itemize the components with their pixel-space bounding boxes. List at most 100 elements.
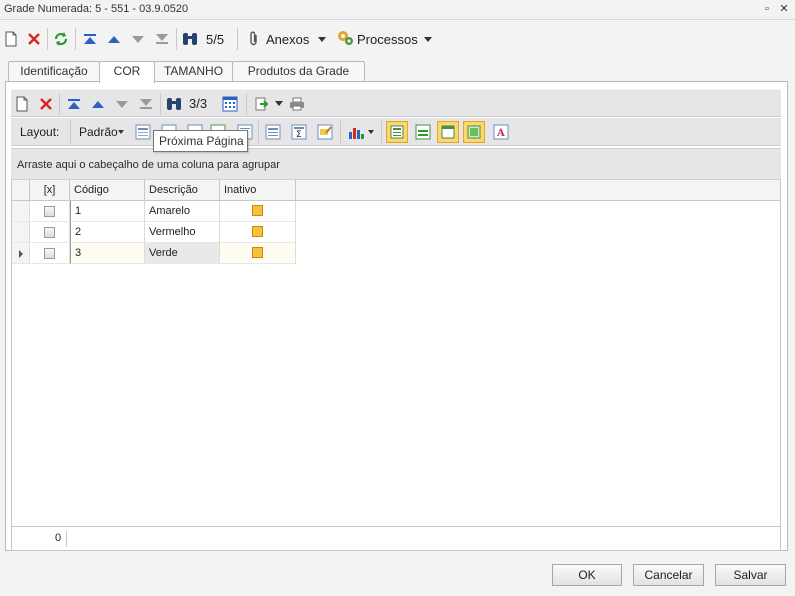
column-header-filler — [296, 180, 780, 201]
cancel-button[interactable]: Cancelar — [633, 564, 704, 586]
tooltip: Próxima Página — [153, 130, 248, 152]
toolbar-separator — [340, 121, 341, 143]
row-indicator[interactable] — [12, 243, 30, 264]
previous-record-icon[interactable] — [89, 95, 107, 113]
table-row-select-cell — [30, 222, 70, 243]
grid-footer: 0 — [11, 526, 781, 551]
group-by-panel[interactable]: Arraste aqui o cabeçalho de uma coluna p… — [11, 148, 781, 180]
highlight-icon[interactable] — [317, 124, 333, 140]
attachments-dropdown-icon[interactable] — [318, 37, 326, 42]
last-record-icon[interactable] — [137, 95, 155, 113]
attachments-button[interactable]: Anexos — [266, 32, 309, 47]
chart-dropdown-icon[interactable] — [368, 130, 374, 134]
data-grid[interactable]: [x] Código Descrição Inativo 1 Amarelo 2… — [11, 180, 781, 526]
toolbar-separator — [246, 93, 247, 115]
toolbar-separator — [70, 121, 71, 143]
processes-dropdown-icon[interactable] — [424, 37, 432, 42]
chart-icon[interactable] — [348, 124, 364, 140]
table-cell-codigo[interactable]: 3 — [70, 243, 145, 264]
footer-toggle[interactable] — [463, 121, 485, 143]
footer-divider — [66, 531, 67, 547]
refresh-icon[interactable] — [52, 30, 70, 48]
row-checkbox[interactable] — [44, 206, 55, 217]
next-record-icon[interactable] — [113, 95, 131, 113]
toolbar-separator — [381, 121, 382, 143]
row-checkbox[interactable] — [44, 248, 55, 259]
table-cell-inativo — [220, 201, 296, 222]
svg-text:Σ: Σ — [296, 130, 302, 140]
main-toolbar: 5/5 Anexos Processos — [0, 24, 795, 54]
inner-toolbar: 3/3 — [11, 89, 781, 117]
paperclip-icon[interactable] — [245, 30, 263, 48]
column-header-codigo[interactable]: Código — [70, 180, 145, 201]
next-record-icon[interactable] — [129, 30, 147, 48]
first-page-icon[interactable] — [135, 124, 151, 140]
row-indicator-header — [12, 180, 30, 201]
delete-icon[interactable] — [37, 95, 55, 113]
restore-window-icon[interactable]: ▫ — [760, 3, 774, 16]
table-cell-descricao[interactable]: Vermelho — [145, 222, 220, 243]
ok-button[interactable]: OK — [552, 564, 622, 586]
grid-view-icon[interactable] — [221, 95, 239, 113]
last-record-icon[interactable] — [153, 30, 171, 48]
grid-lines-toggle[interactable] — [386, 121, 408, 143]
group-panel-icon[interactable] — [415, 124, 431, 140]
first-record-icon[interactable] — [81, 30, 99, 48]
layout-label: Layout: — [20, 125, 60, 139]
header-toggle[interactable] — [437, 121, 459, 143]
column-header-descricao[interactable]: Descrição — [145, 180, 220, 201]
sum-icon[interactable]: Σ — [291, 124, 307, 140]
delete-icon[interactable] — [25, 30, 43, 48]
tab-produtos-da-grade[interactable]: Produtos da Grade — [232, 61, 365, 82]
toolbar-separator — [75, 28, 76, 50]
table-cell-inativo — [220, 222, 296, 243]
column-header-select[interactable]: [x] — [30, 180, 70, 201]
table-cell-descricao[interactable]: Verde — [145, 243, 220, 264]
column-header-inativo[interactable]: Inativo — [220, 180, 296, 201]
table-cell-descricao[interactable]: Amarelo — [145, 201, 220, 222]
table-cell-codigo[interactable]: 1 — [70, 201, 145, 222]
search-binoculars-icon[interactable] — [165, 95, 183, 113]
toolbar-separator — [237, 28, 238, 50]
search-binoculars-icon[interactable] — [181, 30, 199, 48]
layout-select[interactable]: Padrão — [79, 125, 118, 139]
row-indicator[interactable] — [12, 222, 30, 243]
record-counter: 5/5 — [206, 32, 225, 47]
tab-tamanho[interactable]: TAMANHO — [154, 61, 233, 82]
close-window-icon[interactable]: ✕ — [777, 3, 791, 16]
new-document-icon[interactable] — [13, 95, 31, 113]
first-record-icon[interactable] — [65, 95, 83, 113]
row-indicator[interactable] — [12, 201, 30, 222]
previous-record-icon[interactable] — [105, 30, 123, 48]
toolbar-separator — [160, 93, 161, 115]
layout-toolbar: Layout: Padrão Σ A — [11, 118, 781, 146]
table-row-select-cell — [30, 243, 70, 264]
processes-gears-icon[interactable] — [337, 29, 355, 47]
inactive-checkbox[interactable] — [252, 247, 263, 258]
print-icon[interactable] — [288, 95, 306, 113]
tab-identificacao[interactable]: Identificação — [8, 61, 100, 82]
group-by-hint: Arraste aqui o cabeçalho de uma coluna p… — [17, 159, 280, 171]
inactive-checkbox[interactable] — [252, 205, 263, 216]
processes-button[interactable]: Processos — [357, 32, 418, 47]
tab-cor[interactable]: COR — [99, 61, 155, 83]
window-title: Grade Numerada: 5 - 551 - 03.9.0520 — [4, 3, 189, 15]
new-document-icon[interactable] — [2, 30, 20, 48]
export-icon[interactable] — [253, 95, 271, 113]
table-cell-codigo[interactable]: 2 — [70, 222, 145, 243]
record-counter: 3/3 — [189, 96, 208, 111]
export-dropdown-icon[interactable] — [275, 101, 283, 106]
layout-dropdown-icon[interactable] — [118, 130, 124, 134]
inactive-checkbox[interactable] — [252, 226, 263, 237]
toolbar-separator — [258, 121, 259, 143]
save-button[interactable]: Salvar — [715, 564, 786, 586]
font-icon[interactable]: A — [493, 124, 509, 140]
svg-text:A: A — [496, 128, 505, 139]
toolbar-separator — [59, 93, 60, 115]
toolbar-separator — [176, 28, 177, 50]
columns-icon[interactable] — [265, 124, 281, 140]
table-cell-inativo — [220, 243, 296, 264]
toolbar-separator — [47, 28, 48, 50]
footer-count: 0 — [55, 532, 62, 544]
row-checkbox[interactable] — [44, 227, 55, 238]
